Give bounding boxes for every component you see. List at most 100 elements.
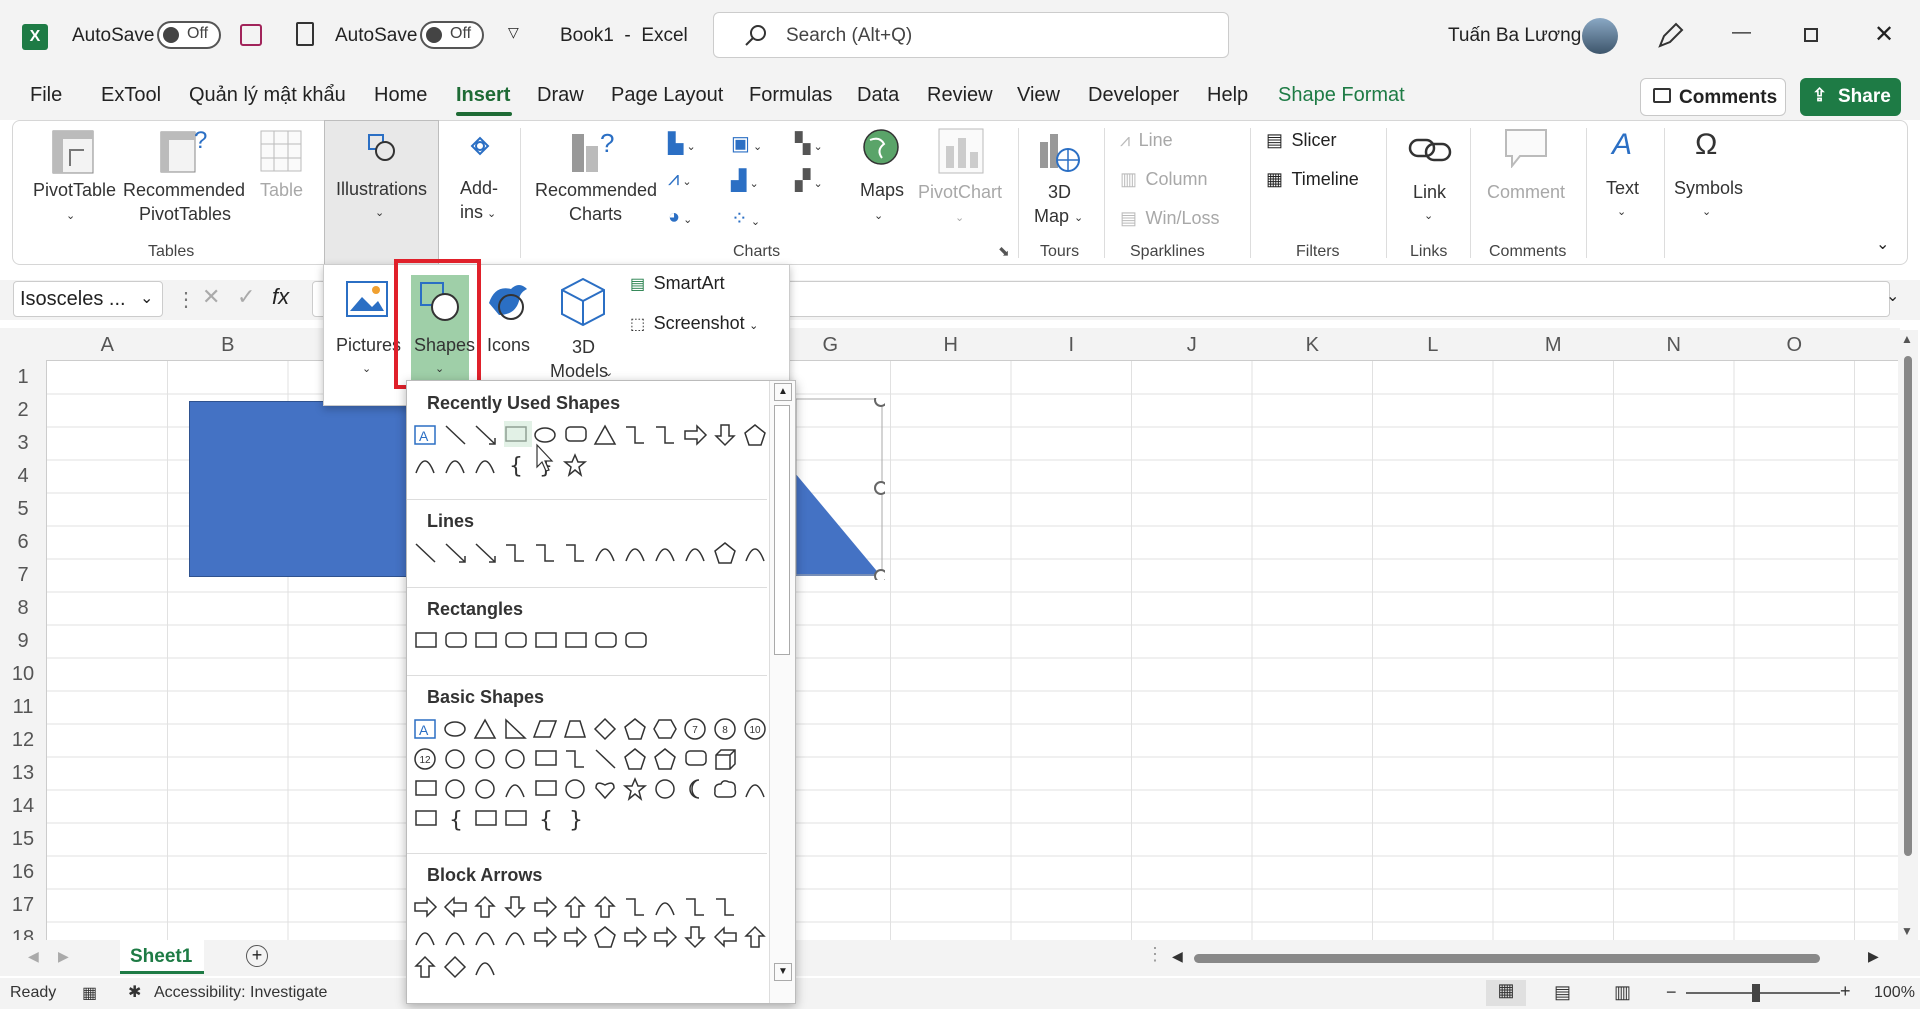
- zoom-level[interactable]: 100%: [1874, 984, 1915, 1002]
- row-header-2[interactable]: 2: [0, 394, 46, 427]
- row-header-17[interactable]: 17: [0, 889, 46, 922]
- scroll-up-icon[interactable]: ▲: [1901, 332, 1913, 346]
- next-sheet-icon[interactable]: ▶: [58, 948, 69, 965]
- accessibility-status[interactable]: Accessibility: Investigate: [154, 984, 327, 1002]
- accessibility-icon[interactable]: ✱: [128, 982, 141, 1002]
- insert-function-icon[interactable]: fx: [272, 284, 289, 310]
- timeline-button[interactable]: ▦ Timeline: [1266, 169, 1359, 190]
- zoom-slider-thumb[interactable]: [1752, 984, 1760, 1002]
- column-header-m[interactable]: M: [1493, 330, 1614, 360]
- macro-record-icon[interactable]: ▦: [82, 983, 97, 1003]
- tab-home[interactable]: Home: [374, 84, 427, 107]
- row-header-7[interactable]: 7: [0, 559, 46, 592]
- column-header-h[interactable]: H: [891, 330, 1012, 360]
- gallery-scroll-thumb[interactable]: [774, 405, 790, 655]
- customize-qat-icon[interactable]: ▽: [508, 24, 519, 41]
- column-header-k[interactable]: K: [1252, 330, 1373, 360]
- scroll-left-icon[interactable]: ◀: [1172, 948, 1183, 965]
- tab-shape-format[interactable]: Shape Format: [1278, 84, 1405, 107]
- tab-help[interactable]: Help: [1207, 84, 1248, 107]
- hierarchy-chart-icon[interactable]: ▣ ⌄: [731, 131, 762, 156]
- column-header-j[interactable]: J: [1132, 330, 1253, 360]
- tab-data[interactable]: Data: [857, 84, 899, 107]
- row-header-12[interactable]: 12: [0, 724, 46, 757]
- tab-extool[interactable]: ExTool: [101, 84, 161, 107]
- restore-icon[interactable]: [1804, 28, 1818, 42]
- pictures-button[interactable]: Pictures ⌄: [332, 275, 402, 385]
- tab-password-manager[interactable]: Quản lý mật khẩu: [189, 84, 346, 107]
- vertical-scroll-thumb[interactable]: [1904, 356, 1912, 856]
- tab-insert[interactable]: Insert: [456, 84, 510, 107]
- page-break-view-icon[interactable]: ▥: [1614, 982, 1631, 1003]
- scroll-down-icon[interactable]: ▼: [1901, 924, 1913, 938]
- row-header-3[interactable]: 3: [0, 427, 46, 460]
- comments-button[interactable]: Comments: [1640, 78, 1786, 116]
- row-header-9[interactable]: 9: [0, 625, 46, 658]
- name-box[interactable]: Isosceles ... ⌄: [13, 281, 163, 317]
- row-header-1[interactable]: 1: [0, 361, 46, 394]
- tab-view[interactable]: View: [1017, 84, 1060, 107]
- more-options-icon[interactable]: ⋮: [176, 287, 196, 312]
- charts-dialog-launcher-icon[interactable]: ⬊: [998, 243, 1010, 260]
- column-header-n[interactable]: N: [1614, 330, 1735, 360]
- tab-developer[interactable]: Developer: [1088, 84, 1179, 107]
- pen-icon[interactable]: [1656, 22, 1684, 50]
- isosceles-triangle-shape[interactable]: [795, 398, 885, 580]
- waterfall-chart-icon[interactable]: ▚ ⌄: [795, 131, 823, 156]
- smartart-button[interactable]: ▤ SmartArt: [630, 273, 725, 294]
- scatter-chart-icon[interactable]: ⁘ ⌄: [731, 206, 760, 231]
- statistic-chart-icon[interactable]: ▟ ⌄: [731, 168, 759, 193]
- illustrations-button[interactable]: Illustrations ⌄: [324, 120, 439, 266]
- autosave-toggle[interactable]: Off: [157, 21, 221, 49]
- sheet-tab-sheet1[interactable]: Sheet1: [120, 940, 204, 974]
- row-header-10[interactable]: 10: [0, 658, 46, 691]
- tab-formulas[interactable]: Formulas: [749, 84, 832, 107]
- cancel-icon[interactable]: ✕: [202, 284, 220, 310]
- row-header-15[interactable]: 15: [0, 823, 46, 856]
- minimize-icon[interactable]: —: [1732, 22, 1751, 44]
- column-header-i[interactable]: I: [1011, 330, 1132, 360]
- user-name[interactable]: Tuấn Ba Lương: [1448, 25, 1581, 47]
- 3d-models-button[interactable]: 3D Models ⌄: [542, 275, 622, 393]
- tab-page-layout[interactable]: Page Layout: [611, 84, 723, 107]
- share-button[interactable]: ⇪ Share: [1800, 78, 1901, 116]
- page-layout-view-icon[interactable]: ▤: [1554, 982, 1571, 1003]
- vertical-scrollbar[interactable]: ▲ ▼: [1898, 330, 1918, 940]
- gallery-scrollbar[interactable]: ▲ ▼: [769, 381, 795, 1003]
- select-all-corner[interactable]: [0, 328, 46, 360]
- pie-chart-icon[interactable]: ◕ ⌄: [668, 206, 692, 229]
- tab-draw[interactable]: Draw: [537, 84, 584, 107]
- autosave-toggle-2[interactable]: Off: [420, 21, 484, 49]
- horizontal-scroll-thumb[interactable]: [1194, 954, 1820, 963]
- normal-view-icon[interactable]: ▦: [1486, 980, 1526, 1006]
- row-header-11[interactable]: 11: [0, 691, 46, 724]
- split-handle-icon[interactable]: ⋮: [1146, 944, 1164, 965]
- sparkline-column-button[interactable]: ▥ Column: [1120, 169, 1208, 190]
- slicer-button[interactable]: ▤ Slicer: [1266, 130, 1336, 151]
- combo-chart-icon[interactable]: ▞ ⌄: [795, 168, 823, 193]
- row-header-16[interactable]: 16: [0, 856, 46, 889]
- tab-review[interactable]: Review: [927, 84, 993, 107]
- zoom-out-icon[interactable]: −: [1666, 982, 1677, 1003]
- row-header-6[interactable]: 6: [0, 526, 46, 559]
- gallery-scroll-down-icon[interactable]: ▼: [774, 963, 792, 981]
- scroll-right-icon[interactable]: ▶: [1868, 948, 1879, 965]
- sparkline-line-button[interactable]: ⩘ Line: [1120, 130, 1173, 151]
- prev-sheet-icon[interactable]: ◀: [28, 948, 39, 965]
- column-header-b[interactable]: B: [168, 330, 289, 360]
- avatar[interactable]: [1582, 18, 1618, 54]
- column-header-o[interactable]: O: [1734, 330, 1855, 360]
- zoom-in-icon[interactable]: +: [1840, 981, 1851, 1002]
- line-chart-icon[interactable]: ⩘ ⌄: [668, 168, 692, 191]
- expand-formula-icon[interactable]: ⌄: [1886, 286, 1899, 306]
- close-icon[interactable]: ✕: [1874, 20, 1894, 49]
- screenshot-button[interactable]: ⬚ Screenshot ⌄: [630, 313, 758, 334]
- icons-button[interactable]: Icons: [479, 275, 537, 375]
- row-header-13[interactable]: 13: [0, 757, 46, 790]
- column-header-a[interactable]: A: [47, 330, 168, 360]
- row-header-4[interactable]: 4: [0, 460, 46, 493]
- save-icon[interactable]: [240, 24, 262, 46]
- column-chart-icon[interactable]: ▙ ⌄: [668, 131, 696, 156]
- chevron-down-icon[interactable]: ⌄: [140, 288, 153, 308]
- enter-icon[interactable]: ✓: [237, 284, 255, 310]
